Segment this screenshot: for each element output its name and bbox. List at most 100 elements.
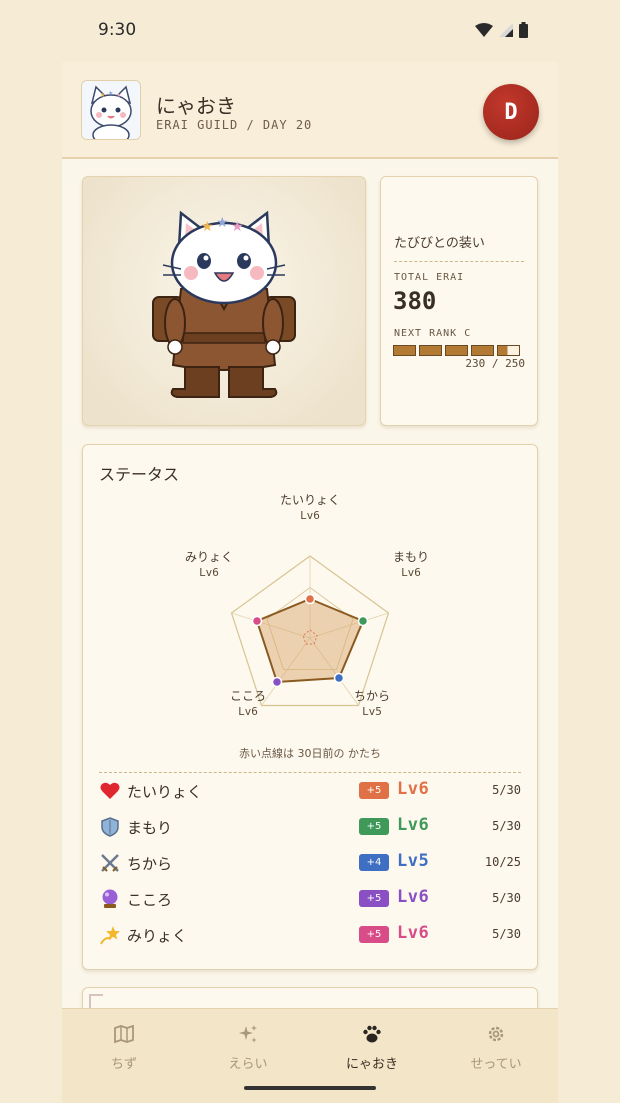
radar-label-level: Lv6 xyxy=(300,509,320,522)
svg-text:★: ★ xyxy=(201,219,214,235)
username: にゃおき xyxy=(156,94,236,118)
nav-item-erai[interactable]: えらい xyxy=(186,1023,310,1072)
radar-label-name: こころ xyxy=(229,689,266,703)
radar-label-name: まもり xyxy=(392,550,429,564)
stat-row-miryoku[interactable]: みりょく +5 Lv6 5/30 xyxy=(99,920,521,950)
stat-row-mamori[interactable]: まもり +5 Lv6 5/30 xyxy=(99,812,521,842)
gear-icon xyxy=(488,1026,504,1042)
radar-label-name: たいりょく xyxy=(279,493,340,507)
total-erai-label: TOTAL ERAI xyxy=(394,272,465,283)
nav-item-map[interactable]: ちず xyxy=(62,1023,186,1072)
next-rank-label: NEXT RANK C xyxy=(394,328,472,339)
stat-progress: 5/30 xyxy=(492,927,521,941)
rank-progress-text: 230 / 250 xyxy=(465,357,525,370)
svg-text:★: ★ xyxy=(231,219,244,235)
stat-gain-badge: +5 xyxy=(359,782,389,799)
progress-segment xyxy=(497,345,520,356)
wifi-icon xyxy=(475,23,493,37)
stat-progress: 10/25 xyxy=(484,855,521,869)
sparkles-icon xyxy=(239,1025,257,1043)
stat-progress: 5/30 xyxy=(492,891,521,905)
radar-point xyxy=(357,615,369,627)
character-illustration: ★ ★ ★ xyxy=(152,210,296,398)
rank-progress-bar xyxy=(393,345,520,356)
rank-badge[interactable]: D xyxy=(483,84,539,140)
battery-icon xyxy=(519,22,528,38)
total-erai-value: 380 xyxy=(393,287,437,315)
stat-level: Lv6 xyxy=(397,887,430,907)
progress-segment xyxy=(445,345,468,356)
progress-segment xyxy=(419,345,442,356)
avatar[interactable]: ★ ★ ★ xyxy=(81,80,141,140)
home-indicator[interactable] xyxy=(244,1086,376,1090)
character-card[interactable]: ★ ★ ★ xyxy=(82,176,366,426)
stat-row-tairyoku[interactable]: たいりょく +5 Lv6 5/30 xyxy=(99,776,521,806)
radar-label-name: ちから xyxy=(353,689,390,703)
profile-header: ★ ★ ★ にゃおき ERAI GUILD / DAY 20 D xyxy=(62,62,558,159)
stat-name: ちから xyxy=(127,855,173,873)
radar-label-level: Lv5 xyxy=(362,705,382,718)
radar-label-miryoku: みりょく Lv6 xyxy=(169,549,249,581)
radar-label-kokoro: こころ Lv6 xyxy=(208,688,288,720)
stat-name: たいりょく xyxy=(127,783,203,801)
radar-label-name: みりょく xyxy=(184,550,233,564)
stat-level: Lv6 xyxy=(397,779,430,799)
cat-avatar-icon: ★ ★ ★ xyxy=(82,81,140,139)
progress-segment xyxy=(471,345,494,356)
stat-name: こころ xyxy=(127,891,173,909)
svg-text:★: ★ xyxy=(116,92,121,99)
status-card: ステータス たいりょく Lv6 まもり Lv6 ちから Lv5 こころ Lv6 … xyxy=(82,444,538,970)
nav-item-settings[interactable]: せってい xyxy=(434,1023,558,1072)
stat-gain-badge: +5 xyxy=(359,926,389,943)
stat-gain-badge: +5 xyxy=(359,890,389,907)
paw-icon xyxy=(363,1025,381,1043)
heart-icon xyxy=(100,782,120,799)
stat-row-chikara[interactable]: ちから +4 Lv5 10/25 xyxy=(99,848,521,878)
stat-name: みりょく xyxy=(127,927,188,945)
app-screen: ★ ★ ★ にゃおき ERAI GUILD / DAY 20 D ★ ★ ★ た… xyxy=(62,62,558,1103)
divider xyxy=(99,772,521,773)
radar-label-level: Lv6 xyxy=(199,566,219,579)
nav-label: えらい xyxy=(228,1057,268,1072)
stat-level: Lv6 xyxy=(397,923,430,943)
corner-ornament xyxy=(89,994,103,1008)
shield-icon xyxy=(101,817,119,837)
progress-segment xyxy=(393,345,416,356)
radar-point xyxy=(304,593,316,605)
guild-day-label: ERAI GUILD / DAY 20 xyxy=(156,118,313,132)
stat-row-kokoro[interactable]: こころ +5 Lv6 5/30 xyxy=(99,884,521,914)
svg-text:★: ★ xyxy=(108,90,113,97)
status-icons xyxy=(475,22,528,38)
stat-gain-badge: +4 xyxy=(359,854,389,871)
radar-point xyxy=(333,672,345,684)
clock: 9:30 xyxy=(98,20,137,40)
bottom-nav: ちず えらい にゃおき せってい xyxy=(62,1008,558,1103)
stat-progress: 5/30 xyxy=(492,819,521,833)
svg-text:★: ★ xyxy=(216,215,229,231)
nav-label: せってい xyxy=(470,1057,522,1072)
stat-level: Lv6 xyxy=(397,815,430,835)
stat-level: Lv5 xyxy=(397,851,430,871)
signal-icon xyxy=(499,23,513,37)
radar-label-chikara: ちから Lv5 xyxy=(332,688,412,720)
stat-progress: 5/30 xyxy=(492,783,521,797)
system-status-bar: 9:30 xyxy=(0,0,620,62)
radar-point xyxy=(271,676,283,688)
radar-point xyxy=(251,615,263,627)
outfit-name: たびびとの装い xyxy=(394,236,485,251)
divider xyxy=(394,261,524,262)
radar-label-tairyoku: たいりょく Lv6 xyxy=(270,492,350,524)
stat-gain-badge: +5 xyxy=(359,818,389,835)
radar-label-level: Lv6 xyxy=(401,566,421,579)
radar-caption: 赤い点線は 30日前の かたち xyxy=(239,747,381,760)
swords-icon xyxy=(101,854,119,872)
crystal-ball-icon xyxy=(102,889,118,908)
map-icon xyxy=(114,1024,134,1044)
radar-label-level: Lv6 xyxy=(238,705,258,718)
stat-name: まもり xyxy=(127,819,173,837)
dizzy-star-icon xyxy=(100,926,120,945)
nav-item-nyaoki[interactable]: にゃおき xyxy=(310,1023,434,1072)
erai-info-card: たびびとの装い TOTAL ERAI 380 NEXT RANK C 230 /… xyxy=(380,176,538,426)
nav-label: にゃおき xyxy=(345,1057,398,1072)
radar-label-mamori: まもり Lv6 xyxy=(371,549,451,581)
